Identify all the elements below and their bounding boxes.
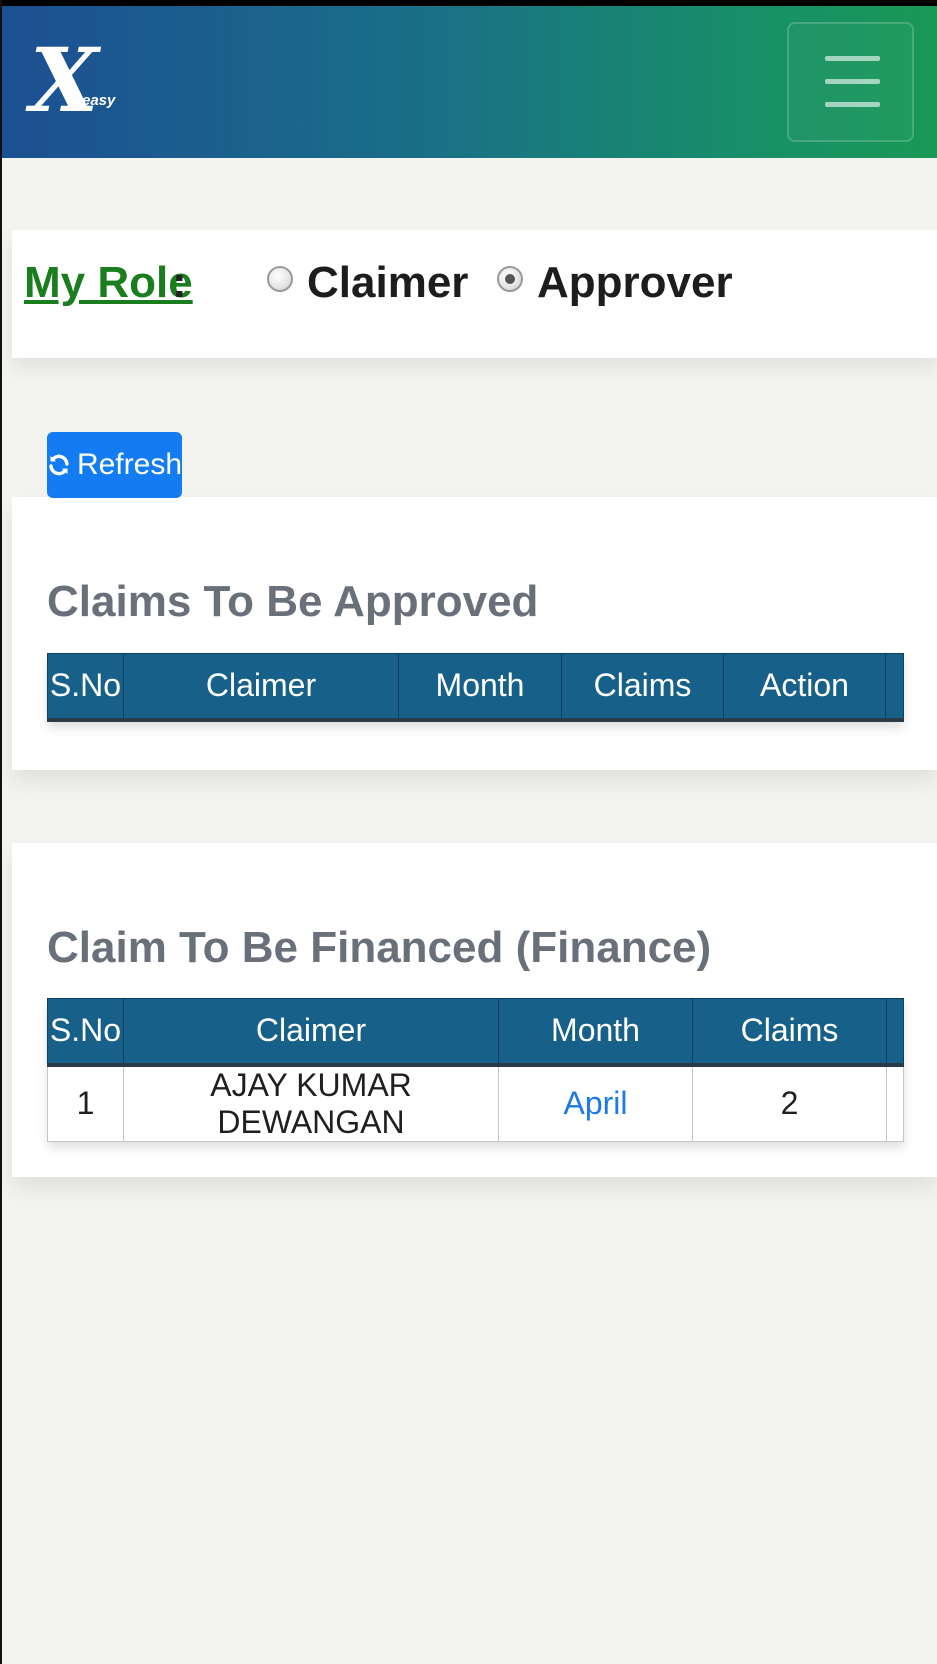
logo-mark: X <box>30 28 99 132</box>
menu-bar <box>825 56 880 61</box>
column-header-overflow <box>885 653 904 722</box>
claim-to-be-financed-panel: Claim To Be Financed (Finance) S.No Clai… <box>12 843 937 1177</box>
section-title: Claims To Be Approved <box>47 577 539 626</box>
logo-text: easy <box>82 92 116 109</box>
finance-table: S.No Claimer Month Claims 1 AJAY KUMAR D… <box>47 998 904 1142</box>
refresh-button-label: Refresh <box>76 448 182 481</box>
column-header-sno[interactable]: S.No <box>47 653 124 722</box>
refresh-icon <box>49 454 69 476</box>
approve-table: S.No Claimer Month Claims Action <box>47 653 904 722</box>
column-header-overflow <box>886 998 904 1067</box>
column-header-claims[interactable]: Claims <box>561 653 724 722</box>
approver-radio-label[interactable]: Approver <box>537 258 733 308</box>
cell-claimer: AJAY KUMAR DEWANGAN <box>123 1064 499 1142</box>
table-row[interactable]: 1 AJAY KUMAR DEWANGAN April 2 <box>47 1064 904 1142</box>
table-header-row: S.No Claimer Month Claims Action <box>47 653 904 722</box>
navbar: X easy <box>0 6 937 158</box>
cell-sno: 1 <box>47 1064 124 1142</box>
hamburger-menu-icon[interactable] <box>787 22 914 142</box>
column-header-claimer[interactable]: Claimer <box>123 998 499 1067</box>
cell-claims: 2 <box>692 1064 887 1142</box>
role-label[interactable]: My Role <box>24 258 193 308</box>
claimer-radio[interactable] <box>267 266 293 292</box>
claimer-radio-label[interactable]: Claimer <box>307 258 468 308</box>
column-header-month[interactable]: Month <box>498 998 693 1067</box>
claims-to-be-approved-panel: Claims To Be Approved S.No Claimer Month… <box>12 497 937 770</box>
cell-overflow <box>886 1064 904 1142</box>
role-selector: My Role : Claimer Approver <box>12 230 937 358</box>
menu-bar <box>825 79 880 84</box>
app-logo[interactable]: X easy <box>30 36 120 132</box>
column-header-action[interactable]: Action <box>723 653 886 722</box>
column-header-claims[interactable]: Claims <box>692 998 887 1067</box>
menu-bar <box>825 102 880 107</box>
column-header-month[interactable]: Month <box>398 653 562 722</box>
screen-left-edge <box>0 0 2 1664</box>
role-colon: : <box>172 258 187 307</box>
section-title: Claim To Be Financed (Finance) <box>47 923 712 972</box>
approver-radio[interactable] <box>497 266 523 292</box>
month-link[interactable]: April <box>498 1064 693 1142</box>
column-header-sno[interactable]: S.No <box>47 998 124 1067</box>
column-header-claimer[interactable]: Claimer <box>123 653 399 722</box>
refresh-button[interactable]: Refresh <box>47 432 182 498</box>
table-header-row: S.No Claimer Month Claims <box>47 998 904 1067</box>
